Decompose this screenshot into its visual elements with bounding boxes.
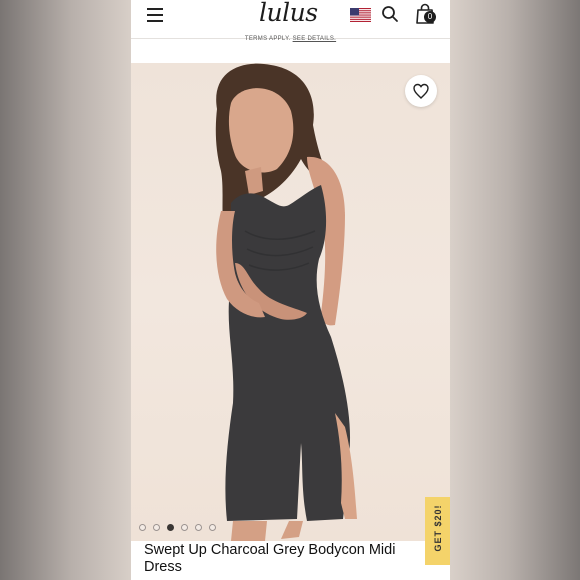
heart-icon — [413, 83, 429, 99]
model-photo — [215, 63, 357, 541]
background-right — [450, 0, 580, 580]
product-title: Swept Up Charcoal Grey Bodycon Midi Dres… — [144, 542, 396, 575]
us-flag-icon[interactable] — [350, 8, 371, 22]
gallery-dot[interactable] — [181, 524, 188, 531]
cart-count-badge: 0 — [424, 11, 436, 23]
favorite-button[interactable] — [405, 75, 437, 107]
product-image[interactable] — [131, 63, 450, 541]
gallery-dot-active[interactable] — [167, 524, 174, 531]
promo-notice: TERMS APPLY. SEE DETAILS. — [131, 36, 450, 63]
gallery-dot[interactable] — [139, 524, 146, 531]
get-discount-tab[interactable]: GET $20! — [425, 497, 450, 565]
gallery-dot[interactable] — [195, 524, 202, 531]
phone-screen: lulus 0 TERMS APPLY. SEE DETAILS. GET $2… — [131, 0, 450, 580]
hamburger-icon[interactable] — [147, 8, 165, 22]
site-logo[interactable]: lulus — [259, 0, 318, 27]
terms-text: TERMS APPLY. — [244, 36, 291, 42]
see-details-link[interactable]: SEE DETAILS. — [293, 36, 337, 42]
background-left — [0, 0, 131, 580]
search-icon[interactable] — [381, 5, 399, 23]
gallery-dot[interactable] — [209, 524, 216, 531]
gallery-dot[interactable] — [153, 524, 160, 531]
promo-label: GET $20! — [433, 504, 443, 552]
site-header: lulus 0 — [131, 0, 450, 39]
